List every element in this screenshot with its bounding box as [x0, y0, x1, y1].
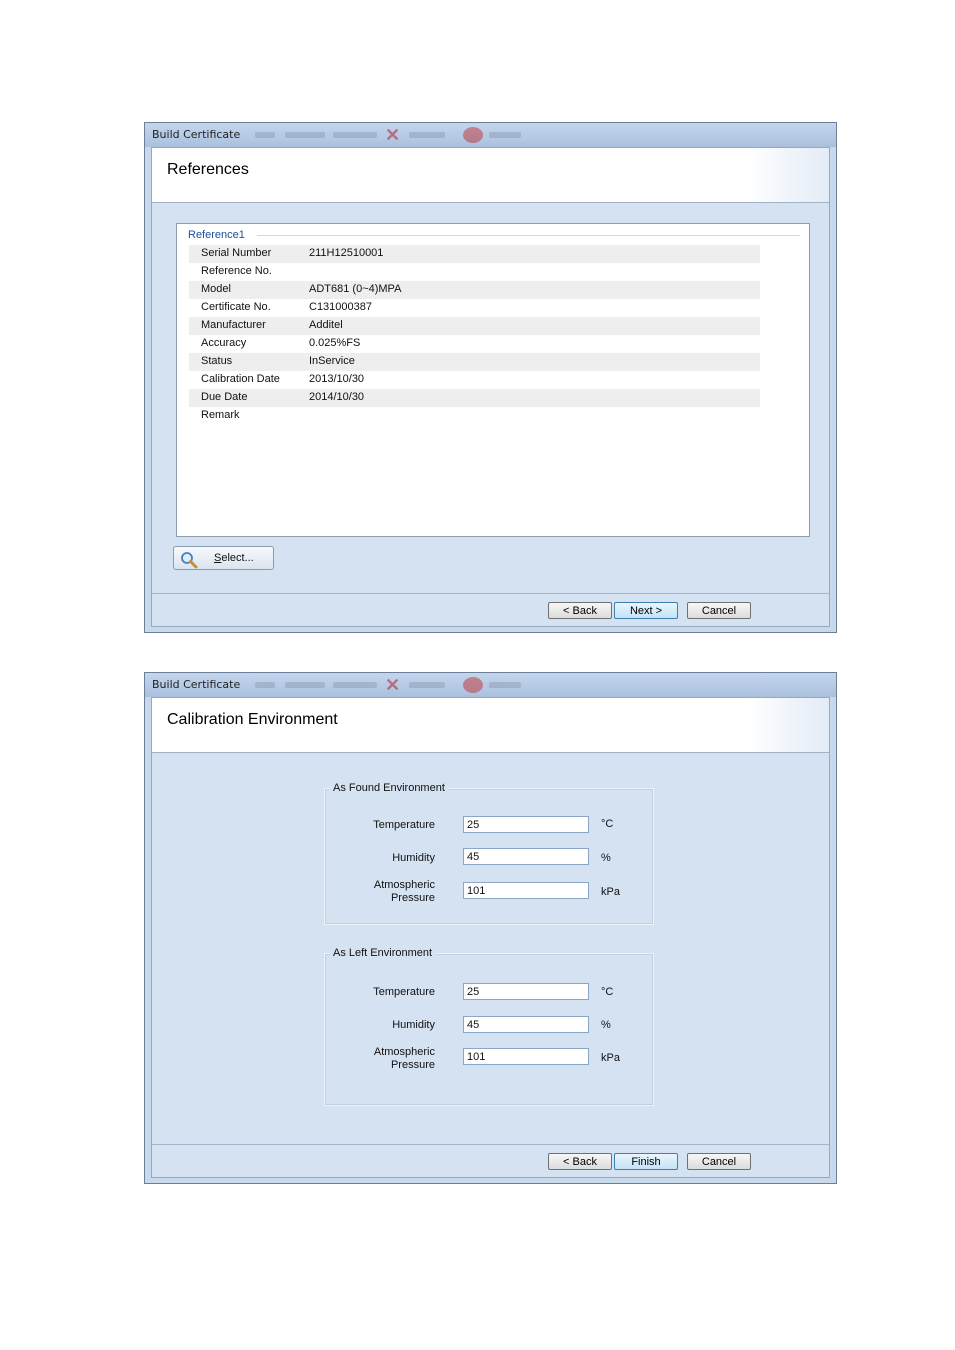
dialog-client-area: References Reference1 Serial Number 211H…: [151, 147, 830, 627]
humidity-unit: %: [601, 852, 611, 864]
property-name: Status: [201, 355, 233, 367]
property-name: Calibration Date: [201, 373, 280, 385]
humidity-unit: %: [601, 1019, 611, 1031]
background-toolbar-ghost: [489, 682, 521, 688]
background-toolbar-ghost: [409, 682, 445, 688]
cancel-button[interactable]: Cancel: [687, 602, 751, 619]
footer-divider: [152, 593, 829, 594]
property-value: ADT681 (0~4)MPA: [309, 283, 402, 295]
close-icon: [463, 127, 483, 143]
property-name: Reference No.: [201, 265, 272, 277]
reference-panel: Reference1 Serial Number 211H12510001 Re…: [176, 223, 810, 537]
property-value: InService: [309, 355, 355, 367]
as-found-pressure-input[interactable]: 101: [463, 882, 589, 899]
as-found-humidity-input[interactable]: 45: [463, 848, 589, 865]
property-row: Due Date 2014/10/30: [189, 389, 760, 407]
property-value: 0.025%FS: [309, 337, 361, 349]
temperature-label: Temperature: [373, 819, 435, 831]
pressure-unit: kPa: [601, 886, 620, 898]
background-toolbar-ghost: [255, 682, 275, 688]
background-toolbar-ghost: [285, 682, 325, 688]
as-left-environment-group: As Left Environment Temperature 25 °C Hu…: [324, 947, 654, 1106]
footer-divider: [152, 1144, 829, 1145]
back-button[interactable]: < Back: [548, 1153, 612, 1170]
page-title: Calibration Environment: [167, 711, 338, 728]
as-found-temperature-input[interactable]: 25: [463, 816, 589, 833]
pressure-label-line2: Pressure: [390, 892, 435, 904]
property-row: Accuracy 0.025%FS: [189, 335, 760, 353]
magnifier-icon: [181, 552, 198, 569]
background-toolbar-ghost: [409, 132, 445, 138]
property-value: Additel: [309, 319, 343, 331]
property-row: Manufacturer Additel: [189, 317, 760, 335]
as-left-group-label: As Left Environment: [330, 947, 436, 959]
next-button[interactable]: Next >: [614, 602, 678, 619]
property-value: 211H12510001: [309, 247, 384, 259]
as-found-group-label: As Found Environment: [330, 782, 448, 794]
close-icon: [463, 677, 483, 693]
property-row: Serial Number 211H12510001: [189, 245, 760, 263]
pressure-label-line2: Pressure: [390, 1059, 435, 1071]
property-row: Reference No.: [189, 263, 760, 281]
wizard-header: References: [152, 148, 829, 203]
property-name: Model: [201, 283, 231, 295]
pressure-unit: kPa: [601, 1052, 620, 1064]
cancel-button[interactable]: Cancel: [687, 1153, 751, 1170]
build-certificate-window-environment: Build Certificate ✕ Calibration Environm…: [144, 672, 837, 1184]
as-found-environment-group: As Found Environment Temperature 25 °C H…: [324, 782, 654, 925]
property-row: Remark: [189, 407, 760, 425]
as-left-temperature-input[interactable]: 25: [463, 983, 589, 1000]
dialog-client-area: Calibration Environment As Found Environ…: [151, 697, 830, 1178]
pressure-label-line1: Atmospheric: [373, 1046, 435, 1058]
window-title: Build Certificate: [152, 128, 241, 141]
property-row: Status InService: [189, 353, 760, 371]
property-value: 2014/10/30: [309, 391, 365, 403]
property-row: Certificate No. C131000387: [189, 299, 760, 317]
background-toolbar-ghost: [333, 682, 377, 688]
property-row: Calibration Date 2013/10/30: [189, 371, 760, 389]
property-name: Manufacturer: [201, 319, 266, 331]
title-bar[interactable]: Build Certificate ✕: [145, 123, 836, 147]
pressure-label-line1: Atmospheric: [373, 879, 435, 891]
humidity-label: Humidity: [392, 852, 435, 864]
background-toolbar-ghost: [285, 132, 325, 138]
property-name: Due Date: [201, 391, 248, 403]
temperature-unit: °C: [601, 818, 614, 830]
title-bar[interactable]: Build Certificate ✕: [145, 673, 836, 697]
property-name: Serial Number: [201, 247, 272, 259]
select-reference-button[interactable]: Select...: [173, 546, 274, 570]
page-title: References: [167, 161, 249, 178]
background-toolbar-ghost: [489, 132, 521, 138]
divider: [257, 235, 800, 236]
property-name: Certificate No.: [201, 301, 271, 313]
property-value: 2013/10/30: [309, 373, 365, 385]
wizard-header: Calibration Environment: [152, 698, 829, 753]
reference-group-label: Reference1: [188, 229, 249, 241]
temperature-label: Temperature: [373, 986, 435, 998]
back-button[interactable]: < Back: [548, 602, 612, 619]
humidity-label: Humidity: [392, 1019, 435, 1031]
as-left-humidity-input[interactable]: 45: [463, 1016, 589, 1033]
build-certificate-window-references: Build Certificate ✕ References Reference…: [144, 122, 837, 633]
background-toolbar-ghost: [255, 132, 275, 138]
delete-icon: ✕: [385, 675, 401, 695]
temperature-unit: °C: [601, 986, 614, 998]
select-button-text: elect...: [221, 552, 254, 564]
property-name: Remark: [201, 409, 240, 421]
as-left-pressure-input[interactable]: 101: [463, 1048, 589, 1065]
finish-button[interactable]: Finish: [614, 1153, 678, 1170]
property-row: Model ADT681 (0~4)MPA: [189, 281, 760, 299]
property-name: Accuracy: [201, 337, 247, 349]
window-title: Build Certificate: [152, 678, 241, 691]
property-value: C131000387: [309, 301, 373, 313]
reference-property-list: Serial Number 211H12510001 Reference No.…: [189, 245, 760, 425]
background-toolbar-ghost: [333, 132, 377, 138]
select-button-label: Select...: [214, 552, 254, 564]
delete-icon: ✕: [385, 125, 401, 145]
